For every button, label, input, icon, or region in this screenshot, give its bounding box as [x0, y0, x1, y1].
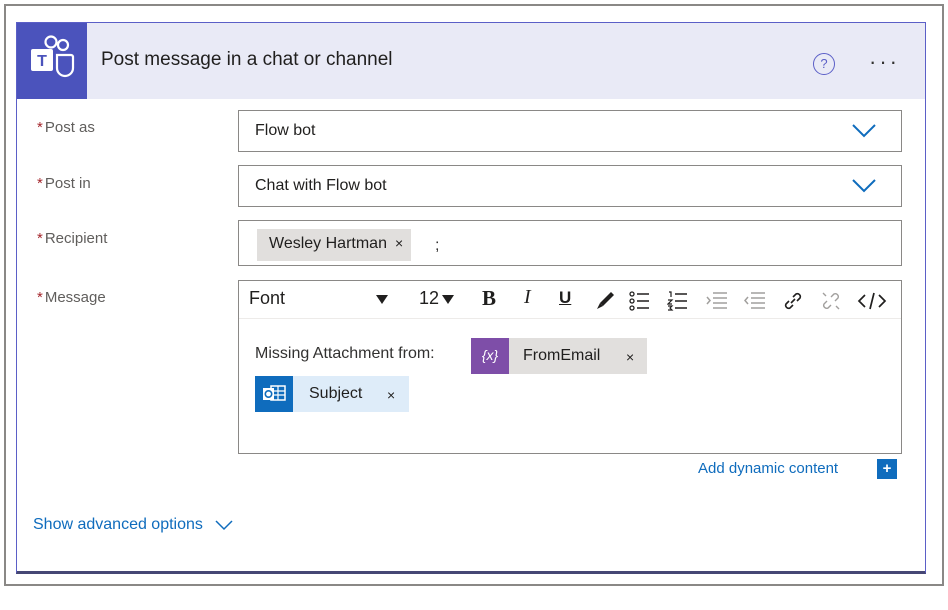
post-as-dropdown[interactable]: Flow bot [238, 110, 902, 152]
fromemail-token[interactable]: {x} FromEmail × [471, 338, 647, 374]
remove-token-icon[interactable]: × [626, 349, 634, 365]
post-in-label: * Post in [37, 175, 91, 192]
action-card: T Post message in a chat or channel ? ··… [16, 22, 926, 574]
recipient-label: * Recipient [37, 230, 107, 247]
format-toolbar: Font 12 B I U [239, 281, 901, 319]
font-dropdown-icon[interactable] [376, 295, 388, 305]
unlink-icon[interactable] [820, 290, 842, 312]
show-advanced-options-link[interactable]: Show advanced options [33, 516, 233, 534]
italic-button[interactable]: I [524, 286, 531, 309]
bullet-list-icon[interactable] [629, 290, 651, 312]
card-header[interactable]: T Post message in a chat or channel ? ··… [17, 23, 925, 99]
add-dynamic-content-icon[interactable]: + [877, 459, 897, 479]
recipient-token-label: Wesley Hartman [269, 235, 387, 252]
post-as-value: Flow bot [255, 122, 316, 139]
post-in-value: Chat with Flow bot [255, 177, 387, 194]
link-icon[interactable] [782, 290, 804, 312]
outlook-icon [255, 376, 293, 412]
required-marker: * [37, 289, 43, 306]
message-label-text: Message [44, 289, 106, 306]
show-advanced-options-label: Show advanced options [33, 516, 203, 533]
post-as-label-text: Post as [44, 119, 95, 136]
post-as-label: * Post as [37, 119, 95, 136]
chevron-down-icon [215, 520, 233, 530]
remove-token-icon[interactable]: × [395, 235, 403, 251]
post-in-label-text: Post in [44, 175, 91, 192]
recipient-token[interactable]: Wesley Hartman × [257, 229, 412, 261]
bold-button[interactable]: B [482, 286, 496, 311]
indent-icon[interactable] [705, 290, 729, 312]
card-title: Post message in a chat or channel [101, 49, 393, 70]
add-dynamic-content-link[interactable]: Add dynamic content [698, 460, 838, 477]
required-marker: * [37, 175, 43, 192]
required-marker: * [37, 230, 43, 247]
underline-button[interactable]: U [559, 288, 571, 308]
teams-icon: T [17, 23, 87, 99]
numbered-list-icon[interactable] [667, 290, 689, 312]
subject-token[interactable]: Subject × [255, 376, 409, 412]
code-view-icon[interactable] [857, 290, 887, 312]
message-text: Missing Attachment from: [255, 345, 435, 362]
highlight-pen-icon[interactable] [594, 290, 616, 312]
post-in-dropdown[interactable]: Chat with Flow bot [238, 165, 902, 207]
help-icon[interactable]: ? [813, 53, 835, 75]
font-select[interactable]: Font [249, 288, 285, 309]
chevron-down-icon [852, 179, 876, 193]
expression-icon: {x} [471, 338, 509, 374]
chevron-down-icon [852, 124, 876, 138]
message-editor[interactable]: Font 12 B I U Missing Attachment from: {… [238, 280, 902, 454]
more-options-icon[interactable]: ··· [869, 49, 900, 75]
recipient-separator: ; [435, 237, 440, 254]
required-marker: * [37, 119, 43, 136]
remove-token-icon[interactable]: × [387, 387, 395, 403]
recipient-label-text: Recipient [44, 230, 108, 247]
outdent-icon[interactable] [743, 290, 767, 312]
message-label: * Message [37, 289, 106, 306]
font-size-dropdown-icon[interactable] [442, 295, 454, 305]
subject-token-label: Subject [309, 385, 363, 402]
recipient-input[interactable]: Wesley Hartman × ; [238, 220, 902, 266]
fromemail-token-label: FromEmail [523, 347, 601, 364]
svg-text:T: T [37, 53, 47, 70]
font-size-select[interactable]: 12 [419, 288, 439, 309]
